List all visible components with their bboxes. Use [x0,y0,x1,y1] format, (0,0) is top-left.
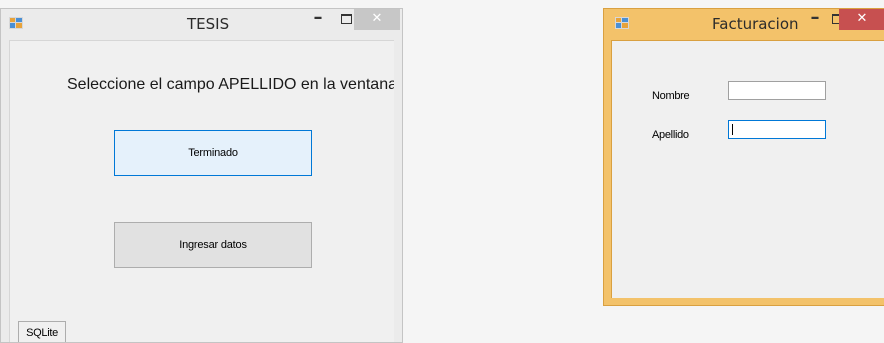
app-form-icon [9,17,23,29]
tesis-client-area: Seleccione el campo APELLIDO en la venta… [9,40,394,342]
facturacion-window-title: Facturacion [712,15,799,33]
instruction-label: Seleccione el campo APELLIDO en la venta… [67,76,394,93]
tab-sqlite[interactable]: SQLite [18,321,66,342]
minimize-icon: – [313,7,323,28]
tesis-window: TESIS – ✕ Seleccione el campo APELLIDO e… [0,8,403,343]
close-icon: ✕ [371,11,383,26]
desktop: TESIS – ✕ Seleccione el campo APELLIDO e… [0,0,884,343]
facturacion-window: Facturacion – ✕ Nombre Apellido [603,8,884,306]
tab-sqlite-label: SQLite [26,326,58,339]
text-caret [732,124,733,135]
nombre-input[interactable] [728,81,826,100]
facturacion-title-bar[interactable]: Facturacion – ✕ [604,9,884,39]
tesis-minimize-button[interactable]: – [305,9,331,30]
facturacion-close-button[interactable]: ✕ [839,9,884,30]
ingresar-datos-button-label: Ingresar datos [179,239,247,251]
facturacion-client-area: Nombre Apellido [611,40,884,298]
app-form-icon [615,17,629,29]
apellido-input[interactable] [728,120,826,139]
close-icon: ✕ [856,11,868,26]
tesis-window-title: TESIS [187,15,230,33]
minimize-icon: – [810,7,820,28]
tesis-title-bar[interactable]: TESIS – ✕ [1,9,402,39]
terminado-button[interactable]: Terminado [114,130,312,176]
tesis-close-button[interactable]: ✕ [354,9,400,30]
nombre-label: Nombre [652,90,690,102]
maximize-icon [340,14,352,24]
ingresar-datos-button[interactable]: Ingresar datos [114,222,312,268]
apellido-label: Apellido [652,129,689,141]
terminado-button-label: Terminado [188,147,238,159]
